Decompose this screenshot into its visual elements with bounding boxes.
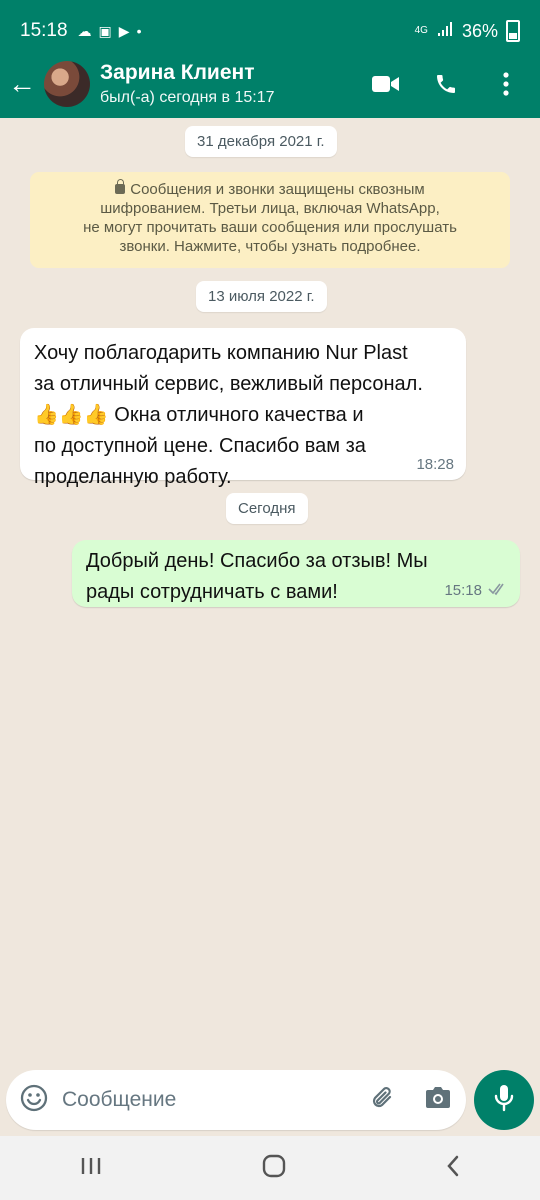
- date-divider: 31 декабря 2021 г.: [185, 126, 337, 157]
- youtube-icon: ▶: [118, 22, 130, 39]
- signal-icon: [436, 20, 454, 43]
- back-arrow-icon[interactable]: ←: [8, 70, 44, 98]
- cloud-icon: ☁: [77, 22, 92, 39]
- microphone-button[interactable]: [474, 1070, 534, 1130]
- recent-apps-icon[interactable]: [79, 1156, 103, 1181]
- home-icon[interactable]: [261, 1153, 287, 1184]
- message-time-wrapper: 15:18: [444, 582, 508, 601]
- message-text-line: проделанную работу.: [34, 466, 232, 488]
- outgoing-message[interactable]: Добрый день! Спасибо за отзыв! Мы рады с…: [72, 540, 520, 607]
- image-icon: ▣: [98, 22, 112, 39]
- message-time: 15:18: [444, 582, 482, 599]
- network-label: 4G: [414, 25, 428, 36]
- status-time: 15:18: [20, 20, 68, 41]
- message-text-line: по доступной цене. Спасибо вам за: [34, 435, 366, 457]
- emoji-icon[interactable]: [20, 1084, 48, 1117]
- message-text-line: Хочу поблагодарить компанию Nur Plast: [34, 342, 408, 364]
- last-seen: был(-а) сегодня в 15:17: [100, 89, 275, 106]
- message-text-line: 👍👍👍 Окна отличного качества и: [34, 404, 364, 426]
- dot-icon: •: [136, 23, 142, 39]
- incoming-message[interactable]: Хочу поблагодарить компанию Nur Plast за…: [20, 328, 466, 488]
- message-text-line: рады сотрудничать с вами!: [86, 581, 338, 603]
- contact-name: Зарина Клиент: [100, 61, 255, 84]
- voice-call-icon[interactable]: [430, 68, 462, 100]
- more-options-icon[interactable]: [490, 68, 522, 100]
- message-input[interactable]: [62, 1088, 368, 1112]
- message-text-line: Добрый день! Спасибо за отзыв! Мы: [86, 550, 428, 572]
- date-divider: Сегодня: [226, 493, 308, 524]
- microphone-icon: [492, 1083, 516, 1118]
- attachment-icon[interactable]: [368, 1084, 396, 1117]
- avatar[interactable]: [44, 61, 90, 107]
- chat-area[interactable]: 31 декабря 2021 г. Сообщения и звонки за…: [0, 118, 540, 1070]
- battery-percent: 36%: [461, 20, 498, 41]
- read-ticks-icon: [488, 582, 508, 601]
- video-call-icon[interactable]: [370, 68, 402, 100]
- status-notification-icons: ☁ ▣ ▶ •: [78, 23, 142, 40]
- message-text-line: за отличный сервис, вежливый персонал.: [34, 373, 423, 395]
- chat-header: ← Зарина Клиент был(-а) сегодня в 15:17: [0, 50, 540, 118]
- contact-info[interactable]: Зарина Клиент был(-а) сегодня в 15:17: [100, 61, 275, 107]
- status-system-icons: 4G 36%: [415, 20, 520, 43]
- message-composer[interactable]: [6, 1070, 466, 1130]
- camera-icon[interactable]: [424, 1086, 452, 1115]
- header-actions: [370, 68, 522, 100]
- date-divider: 13 июля 2022 г.: [196, 281, 327, 312]
- battery-icon: [506, 20, 520, 42]
- encryption-notice[interactable]: Сообщения и звонки защищены сквозным шиф…: [30, 172, 510, 268]
- back-icon[interactable]: [445, 1154, 461, 1183]
- encryption-notice-line: звонки. Нажмите, чтобы узнать подробнее.: [119, 238, 421, 255]
- encryption-notice-line: шифрованием. Третьи лица, включая WhatsA…: [100, 200, 440, 217]
- lock-icon: [115, 179, 126, 194]
- encryption-notice-line: Сообщения и звонки защищены сквозным: [44, 179, 496, 199]
- encryption-notice-line: не могут прочитать ваши сообщения или пр…: [83, 219, 457, 236]
- message-time: 18:28: [416, 456, 454, 473]
- system-navigation-bar: [0, 1136, 540, 1200]
